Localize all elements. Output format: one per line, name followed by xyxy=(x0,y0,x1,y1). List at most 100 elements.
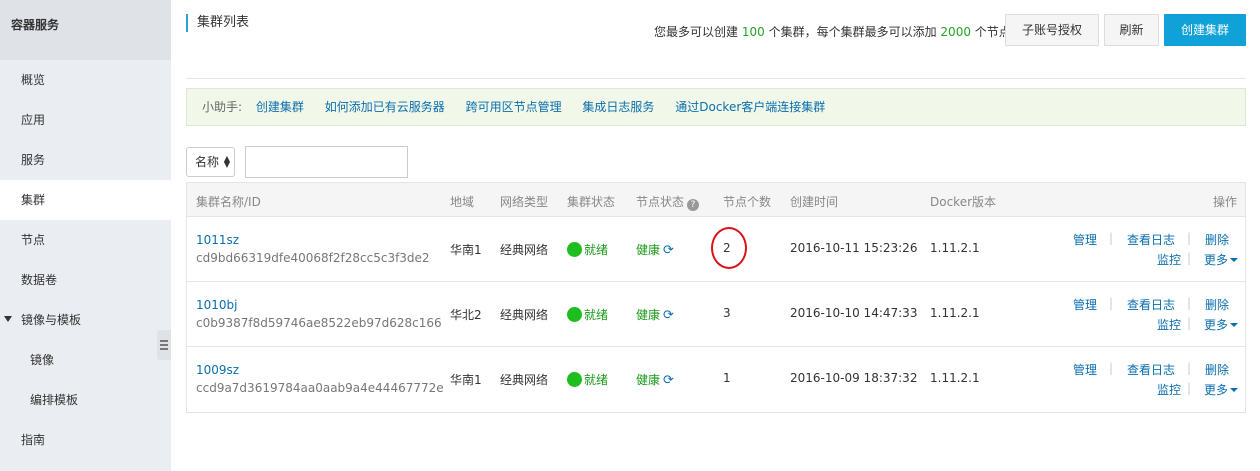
quota-middle: 个集群，每个集群最多可以添加 xyxy=(768,25,937,39)
filter-select-value: 名称 xyxy=(195,155,220,169)
manage-link[interactable]: 管理 xyxy=(1073,296,1097,313)
delete-link[interactable]: 删除 xyxy=(1205,231,1229,248)
cluster-id: ccd9a7d3619784aa0aab9a4e44467772e xyxy=(196,381,444,395)
cluster-status: 就绪 xyxy=(567,306,608,323)
helper-label: 小助手: xyxy=(202,100,243,114)
cluster-region: 华北2 xyxy=(450,308,482,322)
cluster-region: 华南1 xyxy=(450,243,482,257)
table-header: 集群名称/ID 地域 网络类型 集群状态 节点状态? 节点个数 创建时间 Doc… xyxy=(187,183,1245,217)
cluster-id: c0b9387f8d59746ae8522eb97d628c166 xyxy=(196,316,442,330)
sidebar-item-images-templates[interactable]: 镜像与模板 xyxy=(0,300,171,340)
monitor-link[interactable]: 监控 xyxy=(1157,381,1181,398)
sidebar-item-volumes[interactable]: 数据卷 xyxy=(0,260,171,300)
caret-down-icon xyxy=(1230,323,1239,327)
col-node-status-label: 节点状态 xyxy=(636,195,685,209)
created-time: 2016-10-11 15:23:26 xyxy=(790,241,918,255)
delete-link[interactable]: 删除 xyxy=(1205,296,1229,313)
status-ok-icon xyxy=(567,307,582,322)
cluster-region: 华南1 xyxy=(450,373,482,387)
quota-clusters: 100 xyxy=(741,25,765,39)
menu-icon-bar xyxy=(160,344,168,346)
quota-text: 您最多可以创建 100 个集群，每个集群最多可以添加 2000 个节点 xyxy=(654,23,1011,40)
created-time: 2016-10-10 14:47:33 xyxy=(790,306,918,320)
sidebar-item-apps[interactable]: 应用 xyxy=(0,100,171,140)
cluster-network: 经典网络 xyxy=(500,243,549,257)
refresh-icon[interactable]: ⟳ xyxy=(663,373,674,388)
helper-bar: 小助手: 创建集群 如何添加已有云服务器 跨可用区节点管理 集成日志服务 通过D… xyxy=(186,88,1246,126)
node-count: 3 xyxy=(723,306,731,320)
view-logs-link[interactable]: 查看日志 xyxy=(1127,361,1175,378)
sidebar-item-nodes[interactable]: 节点 xyxy=(0,220,171,260)
view-logs-link[interactable]: 查看日志 xyxy=(1127,296,1175,313)
node-status: 健康 ⟳ xyxy=(636,306,674,323)
manage-link[interactable]: 管理 xyxy=(1073,231,1097,248)
table-row: 1010bj c0b9387f8d59746ae8522eb97d628c166… xyxy=(187,282,1245,347)
cluster-name-link[interactable]: 1011sz xyxy=(196,233,239,247)
view-logs-link[interactable]: 查看日志 xyxy=(1127,231,1175,248)
cluster-status-text: 就绪 xyxy=(584,308,609,322)
monitor-link[interactable]: 监控 xyxy=(1157,316,1181,333)
page-title: 集群列表 xyxy=(186,14,249,32)
caret-down-icon xyxy=(1230,258,1239,262)
helper-link-create-cluster[interactable]: 创建集群 xyxy=(256,100,304,114)
cluster-network: 经典网络 xyxy=(500,308,549,322)
separator: | xyxy=(1187,381,1192,395)
refresh-icon[interactable]: ⟳ xyxy=(663,308,674,323)
sidebar-item-overview[interactable]: 概览 xyxy=(0,60,171,100)
cluster-name-link[interactable]: 1009sz xyxy=(196,363,239,377)
quota-nodes: 2000 xyxy=(940,25,971,39)
col-network: 网络类型 xyxy=(500,195,549,209)
sort-arrows-icon: ▲ ▼ xyxy=(223,154,230,169)
table-row: 1009sz ccd9a7d3619784aa0aab9a4e44467772e… xyxy=(187,347,1245,412)
cluster-status-text: 就绪 xyxy=(584,243,609,257)
sidebar-item-clusters[interactable]: 集群 xyxy=(0,180,171,220)
col-cluster-status: 集群状态 xyxy=(567,195,616,209)
menu-icon-bar xyxy=(160,348,168,350)
cluster-network: 经典网络 xyxy=(500,373,549,387)
status-ok-icon xyxy=(567,372,582,387)
col-node-count: 节点个数 xyxy=(723,195,772,209)
more-label: 更多 xyxy=(1204,318,1229,332)
more-dropdown[interactable]: 更多 xyxy=(1204,251,1239,268)
node-status-text: 健康 xyxy=(636,243,661,257)
node-status-text: 健康 xyxy=(636,373,661,387)
cluster-name-link[interactable]: 1010bj xyxy=(196,298,238,312)
col-docker-version: Docker版本 xyxy=(930,195,997,209)
sidebar-item-templates[interactable]: 编排模板 xyxy=(0,380,171,420)
cluster-status: 就绪 xyxy=(567,371,608,388)
delete-link[interactable]: 删除 xyxy=(1205,361,1229,378)
manage-link[interactable]: 管理 xyxy=(1073,361,1097,378)
more-dropdown[interactable]: 更多 xyxy=(1204,381,1239,398)
create-cluster-button[interactable]: 创建集群 xyxy=(1164,14,1246,46)
subaccount-auth-button[interactable]: 子账号授权 xyxy=(1005,14,1099,46)
more-label: 更多 xyxy=(1204,383,1229,397)
col-region: 地域 xyxy=(450,195,475,209)
refresh-button[interactable]: 刷新 xyxy=(1104,14,1159,46)
divider xyxy=(186,78,1246,79)
helper-link-add-existing-server[interactable]: 如何添加已有云服务器 xyxy=(325,100,445,114)
sidebar-item-images[interactable]: 镜像 xyxy=(0,340,171,380)
separator: | xyxy=(1109,361,1114,375)
refresh-icon[interactable]: ⟳ xyxy=(663,243,674,258)
filter-field-select[interactable]: 名称 ▲ ▼ xyxy=(186,147,235,177)
helper-link-log-service[interactable]: 集成日志服务 xyxy=(582,100,654,114)
sidebar-item-guide[interactable]: 指南 xyxy=(0,420,171,460)
menu-icon-bar xyxy=(160,340,168,342)
sidebar-item-label: 镜像与模板 xyxy=(21,313,82,327)
caret-down-icon xyxy=(1230,388,1239,392)
help-icon[interactable]: ? xyxy=(687,199,700,211)
helper-link-docker-client[interactable]: 通过Docker客户端连接集群 xyxy=(675,100,825,114)
helper-link-cross-zone[interactable]: 跨可用区节点管理 xyxy=(466,100,562,114)
sidebar-item-services[interactable]: 服务 xyxy=(0,140,171,180)
search-input[interactable] xyxy=(245,146,408,178)
annotation-circle xyxy=(711,227,747,269)
sidebar-collapse-handle[interactable] xyxy=(157,330,171,360)
sidebar-title: 容器服务 xyxy=(0,0,171,60)
more-dropdown[interactable]: 更多 xyxy=(1204,316,1239,333)
separator: | xyxy=(1187,361,1192,375)
separator: | xyxy=(1187,251,1192,265)
separator: | xyxy=(1109,231,1114,245)
separator: | xyxy=(1187,231,1192,245)
monitor-link[interactable]: 监控 xyxy=(1157,251,1181,268)
node-status: 健康 ⟳ xyxy=(636,371,674,388)
